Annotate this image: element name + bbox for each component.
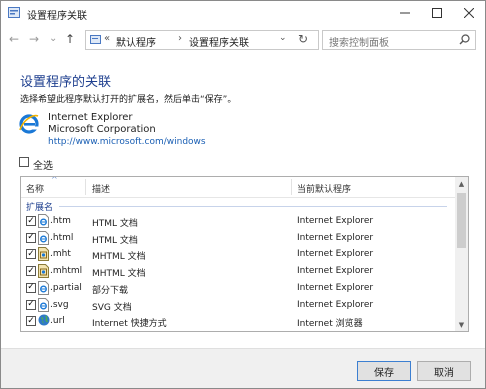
close-icon <box>464 8 474 18</box>
extension-name: .url <box>50 316 65 327</box>
select-all-checkbox[interactable] <box>19 157 29 167</box>
vertical-scrollbar[interactable]: ▲ ▼ <box>455 177 468 331</box>
refresh-icon[interactable]: ↻ <box>298 32 308 46</box>
current-default-program: Internet Explorer <box>297 249 374 260</box>
extension-name: .mht <box>50 249 71 260</box>
extension-name: .mhtml <box>50 266 83 277</box>
extension-name: .svg <box>50 299 69 310</box>
sort-ascending-icon: ^ <box>51 176 58 184</box>
control-panel-icon <box>8 7 20 18</box>
column-header-name[interactable]: 名称 <box>26 182 44 195</box>
row-checkbox[interactable] <box>26 299 36 310</box>
table-row[interactable]: .url Internet 快捷方式 Internet 浏览器 <box>21 313 455 330</box>
extension-name: .partial <box>50 282 82 293</box>
address-bar[interactable]: « 默认程序 › 设置程序关联 ⌄ ↻ <box>85 30 319 50</box>
page-title: 设置程序的关联 <box>20 75 112 90</box>
program-url-link[interactable]: http://www.microsoft.com/windows <box>48 137 206 147</box>
select-all-label[interactable]: 全选 <box>33 157 53 172</box>
breadcrumb-default-programs[interactable]: 默认程序 <box>116 34 156 49</box>
row-checkbox[interactable] <box>26 249 36 260</box>
dialog-footer: 保存 取消 <box>1 348 485 388</box>
ie-document-icon <box>38 280 49 295</box>
list-header: 名称 ^ 描述 当前默认程序 <box>21 177 455 198</box>
control-panel-icon <box>90 35 101 44</box>
row-checkbox[interactable] <box>26 282 36 293</box>
current-default-program: Internet Explorer <box>297 232 374 243</box>
navigation-bar: ← → ⌄ ↑ « 默认程序 › 设置程序关联 ⌄ ↻ 搜索控制面板 <box>1 27 485 53</box>
mhtml-document-icon <box>38 264 49 279</box>
breadcrumb-separator: › <box>178 33 182 44</box>
extension-list: 名称 ^ 描述 当前默认程序 扩展名 .htm HTML 文档 Internet E… <box>20 176 469 332</box>
current-default-program: Internet Explorer <box>297 282 374 293</box>
table-row[interactable]: .html HTML 文档 Internet Explorer <box>21 230 455 247</box>
save-button[interactable]: 保存 <box>357 361 411 381</box>
scroll-down-arrow-icon[interactable]: ▼ <box>455 318 468 331</box>
group-header-extensions: 扩展名 <box>26 203 54 213</box>
extension-name: .html <box>50 232 74 243</box>
minimize-icon <box>400 12 410 14</box>
internet-explorer-icon <box>19 114 39 134</box>
table-row[interactable]: .htm HTML 文档 Internet Explorer <box>21 213 455 230</box>
globe-icon <box>38 314 50 328</box>
scroll-up-arrow-icon[interactable]: ▲ <box>455 177 468 190</box>
ie-document-icon <box>38 297 49 312</box>
extension-name: .htm <box>50 216 71 226</box>
close-button[interactable] <box>453 1 485 25</box>
extension-description: Internet 快捷方式 <box>92 319 167 330</box>
search-placeholder: 搜索控制面板 <box>329 38 389 49</box>
title-bar: 设置程序关联 <box>1 1 485 25</box>
extension-description: HTML 文档 <box>92 235 138 246</box>
extension-description: HTML 文档 <box>92 219 138 229</box>
set-associations-window: 设置程序关联 ← → ⌄ ↑ « 默认程序 › 设置程序关联 ⌄ ↻ 搜索控制面… <box>0 0 486 389</box>
column-header-description[interactable]: 描述 <box>92 182 110 195</box>
row-checkbox[interactable] <box>26 316 36 327</box>
column-header-current-default[interactable]: 当前默认程序 <box>297 182 351 195</box>
table-row[interactable]: .mhtml MHTML 文档 Internet Explorer <box>21 263 455 280</box>
search-input[interactable]: 搜索控制面板 <box>322 30 476 50</box>
ie-document-icon <box>38 230 49 245</box>
table-row[interactable]: .svg SVG 文档 Internet Explorer <box>21 297 455 314</box>
extension-description: MHTML 文档 <box>92 252 146 263</box>
row-checkbox[interactable] <box>26 216 36 226</box>
row-checkbox[interactable] <box>26 266 36 277</box>
breadcrumb-set-associations[interactable]: 设置程序关联 <box>189 34 249 49</box>
mhtml-document-icon <box>38 247 49 262</box>
current-default-program: Internet Explorer <box>297 216 374 226</box>
search-icon[interactable] <box>459 34 470 45</box>
current-default-program: Internet 浏览器 <box>297 319 363 330</box>
window-title: 设置程序关联 <box>27 11 87 22</box>
back-arrow-icon[interactable]: ← <box>9 31 19 47</box>
ie-document-icon <box>38 214 49 228</box>
program-company: Microsoft Corporation <box>48 124 156 135</box>
current-default-program: Internet Explorer <box>297 299 374 310</box>
extension-description: 部分下载 <box>92 285 129 296</box>
minimize-button[interactable] <box>389 1 421 25</box>
up-arrow-icon[interactable]: ↑ <box>65 31 75 47</box>
scroll-thumb[interactable] <box>457 193 466 248</box>
maximize-button[interactable] <box>421 1 453 25</box>
address-dropdown-chevron-icon[interactable]: ⌄ <box>279 33 287 43</box>
breadcrumb-overflow[interactable]: « <box>104 33 110 44</box>
cancel-button[interactable]: 取消 <box>417 361 471 381</box>
column-divider[interactable] <box>85 179 86 195</box>
instruction-text: 选择希望此程序默认打开的扩展名，然后单击“保存”。 <box>20 95 237 105</box>
extension-description: SVG 文档 <box>92 302 132 313</box>
column-divider[interactable] <box>291 179 292 195</box>
current-default-program: Internet Explorer <box>297 266 374 277</box>
recent-locations-chevron-icon[interactable]: ⌄ <box>49 31 57 47</box>
maximize-icon <box>432 8 442 18</box>
row-checkbox[interactable] <box>26 232 36 243</box>
table-row[interactable]: .mht MHTML 文档 Internet Explorer <box>21 246 455 263</box>
table-row[interactable]: .partial 部分下载 Internet Explorer <box>21 280 455 297</box>
extension-description: MHTML 文档 <box>92 269 146 280</box>
forward-arrow-icon[interactable]: → <box>29 31 39 47</box>
program-name: Internet Explorer <box>48 112 133 123</box>
group-divider <box>59 206 447 207</box>
